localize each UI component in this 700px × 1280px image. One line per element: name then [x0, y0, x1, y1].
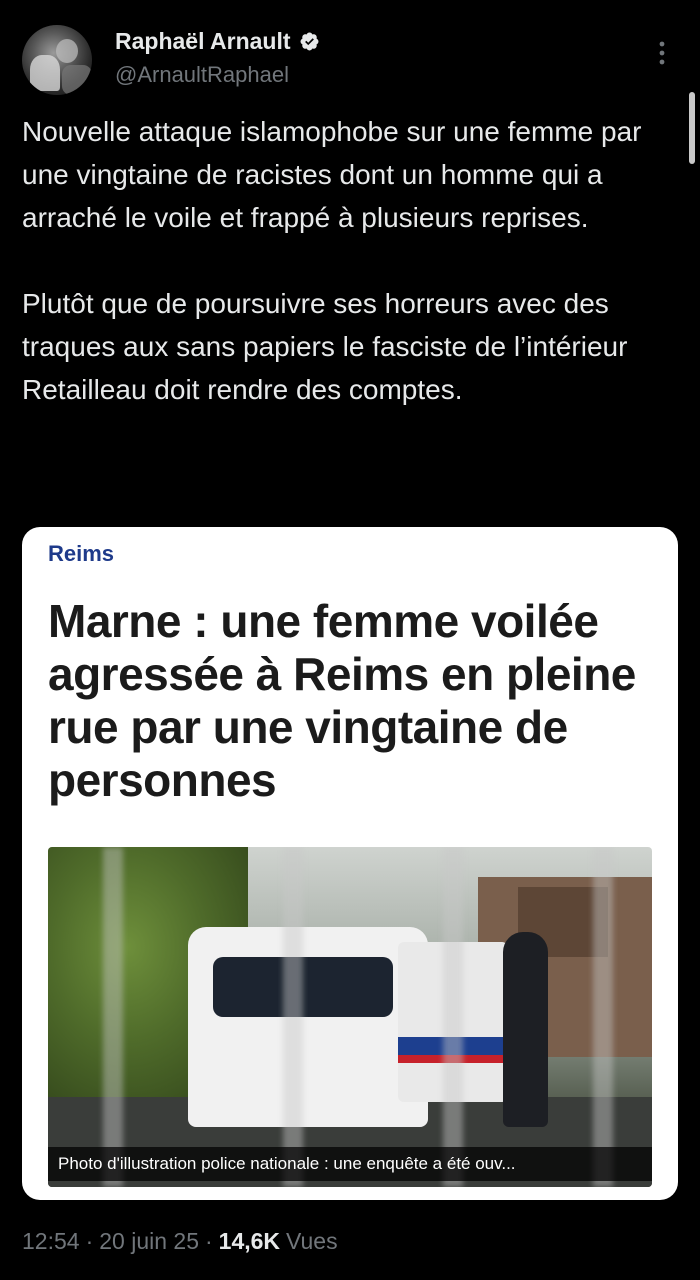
author-name-row[interactable]: Raphaël Arnault	[115, 28, 320, 55]
link-preview-card[interactable]: Reims Marne : une femme voilée agressée …	[22, 527, 678, 1200]
card-photo: Photo d'illustration police nationale : …	[48, 847, 652, 1187]
meta-separator: ·	[204, 1228, 213, 1254]
card-headline: Marne : une femme voilée agressée à Reim…	[48, 595, 636, 806]
tweet-meta: 12:54 · 20 juin 25 · 14,6K Vues	[22, 1228, 338, 1255]
author-display-name[interactable]: Raphaël Arnault	[115, 28, 291, 55]
views-count[interactable]: 14,6K	[219, 1228, 280, 1255]
tweet-date[interactable]: 20 juin 25	[99, 1228, 199, 1255]
verified-badge-icon	[300, 32, 318, 51]
tweet-time[interactable]: 12:54	[22, 1228, 80, 1255]
meta-separator: ·	[85, 1228, 94, 1254]
card-section-label: Reims	[48, 541, 115, 566]
more-vertical-icon[interactable]	[652, 38, 672, 68]
photo-caption: Photo d'illustration police nationale : …	[48, 1147, 652, 1181]
tweet-header: Raphaël Arnault @ArnaultRaphael	[0, 0, 700, 164]
avatar[interactable]	[22, 25, 92, 95]
views-label: Vues	[286, 1228, 338, 1254]
tweet-text: Nouvelle attaque islamophobe sur une fem…	[22, 116, 642, 405]
author-handle[interactable]: @ArnaultRaphael	[115, 62, 289, 88]
scrollbar[interactable]	[689, 92, 695, 164]
